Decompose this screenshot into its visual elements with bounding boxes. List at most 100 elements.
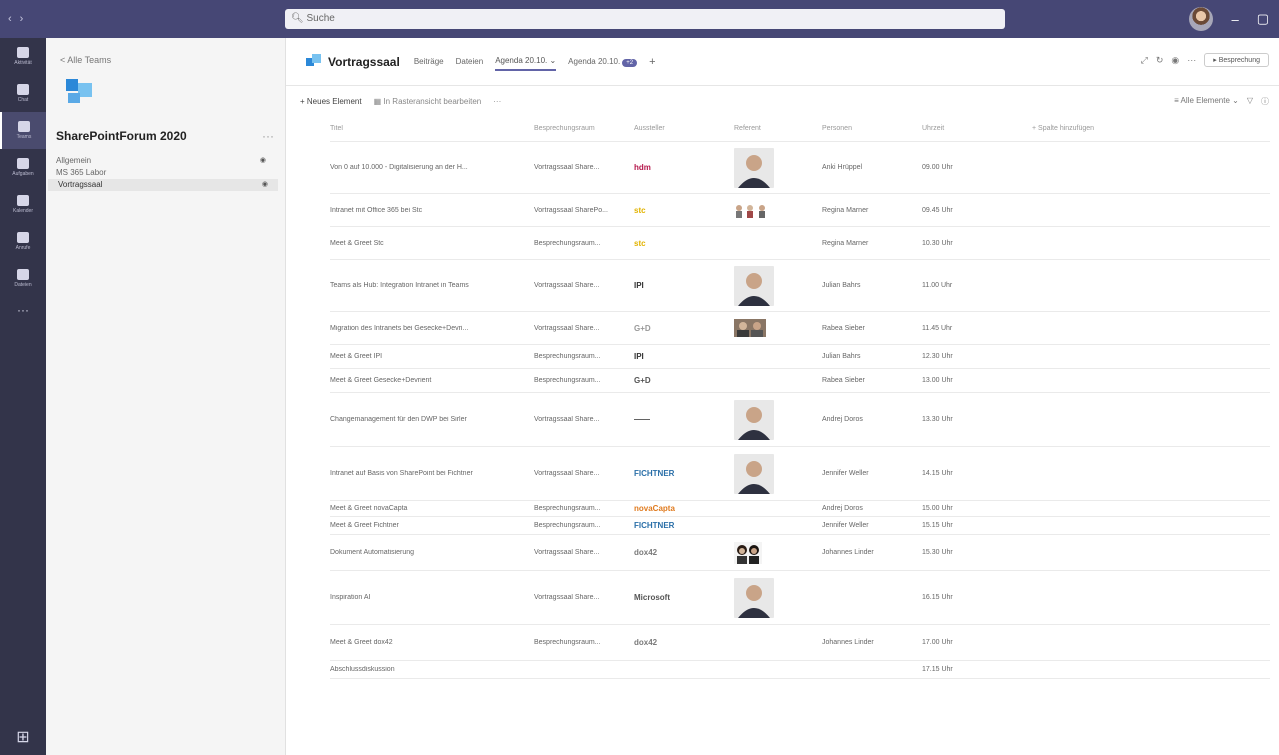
minimize-icon[interactable]: –	[1231, 12, 1238, 27]
phone-icon	[17, 232, 29, 243]
add-tab-button[interactable]: +	[649, 56, 655, 68]
table-row[interactable]: Meet & Greet dox42 Besprechungsraum... dox…	[330, 625, 1270, 661]
new-item-button[interactable]: + Neues Element	[300, 97, 362, 106]
table-row[interactable]: Meet & Greet Fichtner Besprechungsraum...…	[330, 517, 1270, 535]
channel-vortragssaal[interactable]: Vortragssaal ◉	[48, 179, 278, 191]
table-row[interactable]: Migration des Intranets bei Gesecke+Devr…	[330, 312, 1270, 345]
exhibitor-logo: ——	[634, 415, 650, 424]
column-header-5[interactable]: Uhrzeit	[922, 125, 1032, 132]
exhibitor-logo: G+D	[634, 376, 651, 385]
table-row[interactable]: Von 0 auf 10.000 - Digitalisierung an de…	[330, 142, 1270, 194]
cell-person: Rabea Sieber	[822, 377, 865, 384]
team-name-row[interactable]: SharePointForum 2020 ···	[46, 119, 274, 143]
more-icon[interactable]: ···	[1187, 55, 1196, 65]
table-row[interactable]: Intranet mit Office 365 bei Stc Vortragss…	[330, 194, 1270, 227]
cell-title[interactable]: Meet & Greet dox42	[330, 639, 534, 646]
cell-exhibitor: FICHTNER	[634, 469, 734, 478]
exhibitor-logo: IPI	[634, 352, 644, 361]
table-row[interactable]: Meet & Greet Gesecke+Devrient Besprechung…	[330, 369, 1270, 393]
column-header-4[interactable]: Personen	[822, 125, 922, 132]
list-icon: ≡	[1174, 96, 1179, 105]
maximize-icon[interactable]: ▢	[1257, 11, 1269, 27]
nav-arrows[interactable]: ‹ ›	[0, 13, 46, 25]
cell-room: Besprechungsraum...	[534, 353, 601, 360]
table-row[interactable]: Meet & Greet IPI Besprechungsraum... IPI Ju…	[330, 345, 1270, 369]
globe-icon[interactable]: ◉	[1171, 55, 1179, 66]
cell-time: 13.00 Uhr	[922, 377, 953, 384]
cell-title[interactable]: Meet & Greet IPI	[330, 353, 534, 360]
rail-item-teams[interactable]: Teams	[0, 112, 46, 149]
rail-item-phone[interactable]: Anrufe	[0, 223, 46, 260]
table-header: Titel Besprechungsraum Aussteller Referent P…	[330, 116, 1270, 142]
table-row[interactable]: Inspiration AI Vortragssaal Share... Micro…	[330, 571, 1270, 625]
cell-title[interactable]: Meet & Greet Stc	[330, 240, 534, 247]
cell-exhibitor: novaCapta	[634, 504, 734, 513]
cell-person: Andrej Doros	[822, 416, 863, 423]
refresh-icon[interactable]: ↻	[1156, 55, 1164, 66]
cell-title[interactable]: Inspiration AI	[330, 594, 534, 601]
all-teams-link[interactable]: < Alle Teams	[46, 38, 285, 65]
user-avatar[interactable]	[1189, 7, 1214, 31]
cell-title[interactable]: Meet & Greet Fichtner	[330, 522, 534, 529]
cell-title[interactable]: Intranet mit Office 365 bei Stc	[330, 207, 534, 214]
table-row[interactable]: Meet & Greet novaCapta Besprechungsraum..…	[330, 501, 1270, 517]
info-icon[interactable]: ⓘ	[1261, 96, 1269, 107]
rail-item-chat[interactable]: Chat	[0, 75, 46, 112]
table-row[interactable]: Changemanagement für den DWP bei Sirler V…	[330, 393, 1270, 447]
column-header-0[interactable]: Titel	[330, 125, 534, 132]
apps-icon[interactable]: ⊞	[0, 727, 46, 747]
tab-beitraege[interactable]: Beiträge	[414, 53, 444, 70]
search-icon: 🔍︎	[291, 13, 304, 24]
rail-item-briefcase[interactable]: Aufgaben	[0, 149, 46, 186]
tab-dateien[interactable]: Dateien	[456, 53, 484, 70]
forward-arrow-icon[interactable]: ›	[20, 13, 24, 25]
rail-label: Chat	[17, 97, 29, 103]
expand-icon[interactable]: ⤢	[1141, 55, 1148, 66]
tab-agenda-2[interactable]: Agenda 20.10. +2	[568, 53, 638, 71]
command-more-button[interactable]: ···	[493, 97, 501, 106]
exhibitor-logo: IPI	[634, 281, 644, 290]
channel-activity-icon: ◉	[259, 157, 266, 164]
rail-item-calendar[interactable]: Kalender	[0, 186, 46, 223]
channel-activity-icon: ◉	[261, 181, 268, 188]
cell-title[interactable]: Teams als Hub: Integration Intranet in T…	[330, 282, 534, 289]
channel-label: MS 365 Labor	[56, 168, 107, 177]
filter-icon[interactable]: ▽	[1247, 96, 1253, 107]
cell-title[interactable]: Meet & Greet novaCapta	[330, 505, 534, 512]
table-row[interactable]: Meet & Greet Stc Besprechungsraum... stc Re…	[330, 227, 1270, 260]
table-row[interactable]: Abschlussdiskussion 17.15 Uhr	[330, 661, 1270, 679]
table-row[interactable]: Intranet auf Basis von SharePoint bei Fi…	[330, 447, 1270, 501]
cell-time: 13.30 Uhr	[922, 416, 953, 423]
rail-item-bell[interactable]: Aktivität	[0, 38, 46, 75]
rail-item-file[interactable]: Dateien	[0, 260, 46, 297]
table-row[interactable]: Dokument Automatisierung Vortragssaal Sha…	[330, 535, 1270, 571]
column-header-6[interactable]: + Spalte hinzufügen	[1032, 125, 1270, 132]
cell-speaker	[734, 147, 822, 188]
team-more-button[interactable]: ···	[262, 129, 274, 143]
grid-edit-button[interactable]: ▦ In Rasteransicht bearbeiten	[374, 97, 482, 106]
cell-room: Vortragssaal Share...	[534, 416, 600, 423]
cell-room: Besprechungsraum...	[534, 377, 601, 384]
search-input[interactable]: 🔍︎ Suche	[285, 9, 1005, 29]
channel-allgemein[interactable]: Allgemein ◉	[46, 155, 276, 167]
cell-title[interactable]: Dokument Automatisierung	[330, 549, 534, 556]
column-header-1[interactable]: Besprechungsraum	[534, 125, 634, 132]
cell-title[interactable]: Meet & Greet Gesecke+Devrient	[330, 377, 534, 384]
column-header-3[interactable]: Referent	[734, 125, 822, 132]
tab-agenda-1[interactable]: Agenda 20.10. ⌄	[495, 52, 557, 71]
back-arrow-icon[interactable]: ‹	[8, 13, 12, 25]
cell-title[interactable]: Intranet auf Basis von SharePoint bei Fi…	[330, 470, 534, 477]
view-selector[interactable]: ≡ Alle Elemente ⌄	[1174, 96, 1239, 107]
speaker-photos	[736, 205, 765, 218]
cell-title[interactable]: Migration des Intranets bei Gesecke+Devr…	[330, 325, 534, 332]
cell-title[interactable]: Von 0 auf 10.000 - Digitalisierung an de…	[330, 164, 534, 171]
table-row[interactable]: Teams als Hub: Integration Intranet in T…	[330, 260, 1270, 312]
cell-speaker	[734, 541, 822, 564]
rail-more-button[interactable]: ···	[0, 303, 46, 317]
cell-title[interactable]: Abschlussdiskussion	[330, 666, 534, 673]
cell-title[interactable]: Changemanagement für den DWP bei Sirler	[330, 416, 534, 423]
team-logo	[60, 79, 100, 119]
meet-button[interactable]: ▸ Besprechung	[1204, 53, 1269, 67]
channel-ms365-labor[interactable]: MS 365 Labor	[46, 167, 276, 179]
column-header-2[interactable]: Aussteller	[634, 125, 734, 132]
